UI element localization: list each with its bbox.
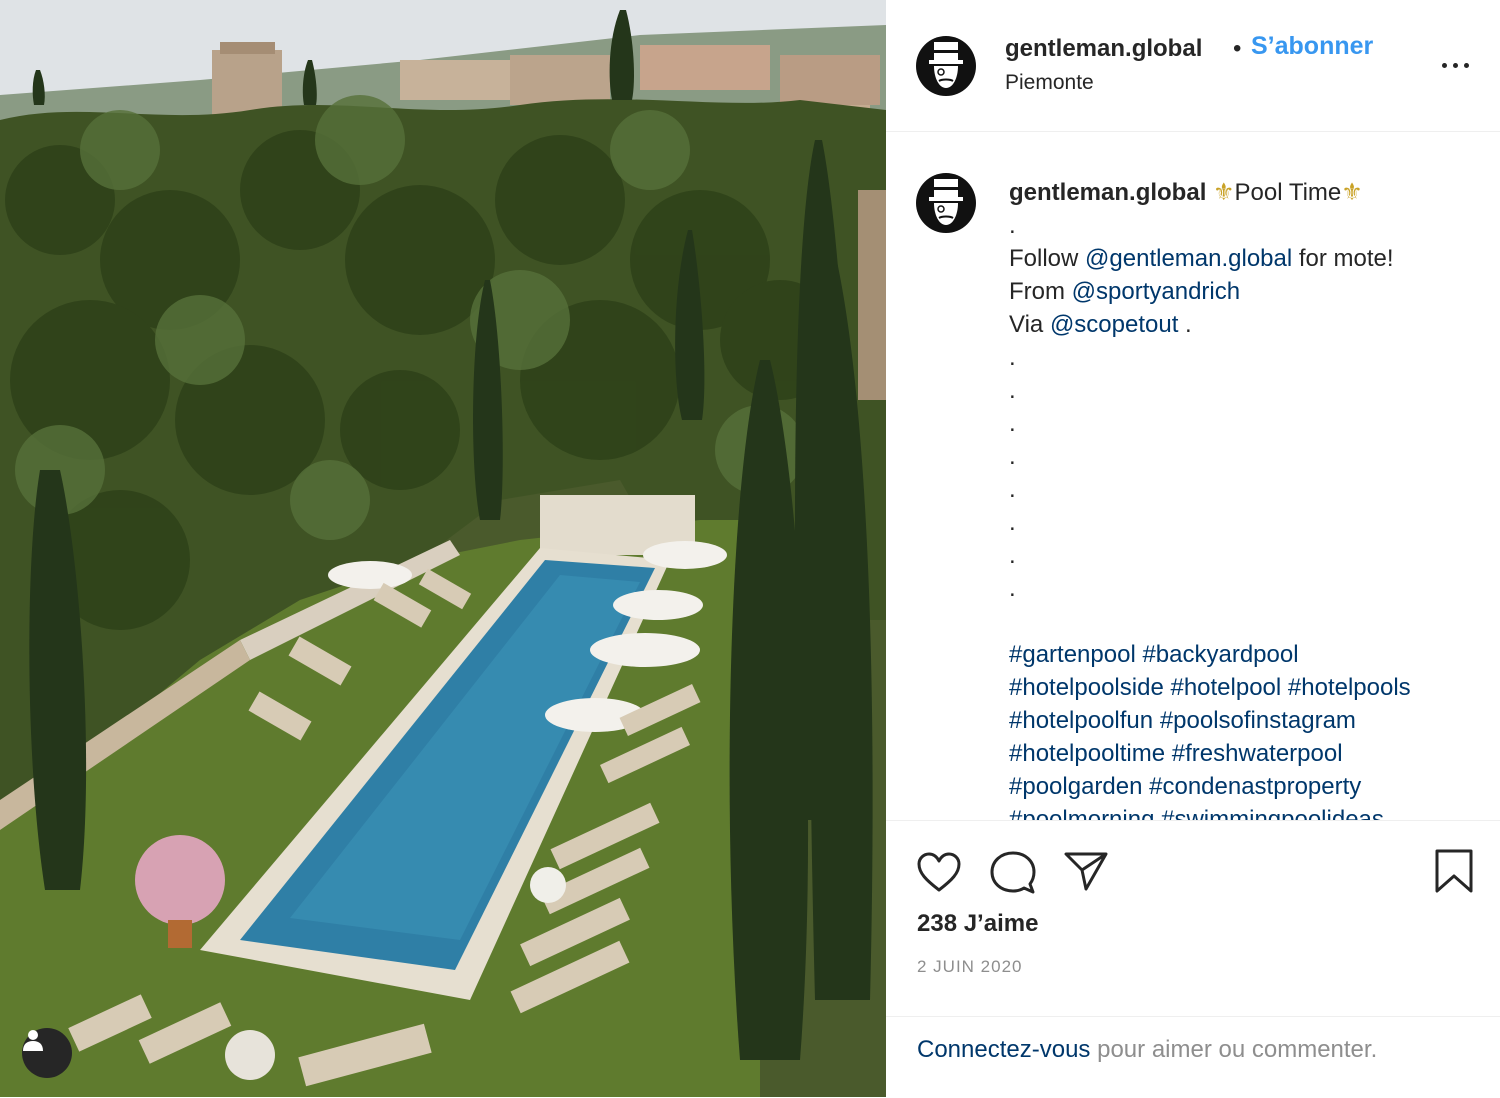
follow-text: Follow	[1009, 245, 1079, 272]
hashtag-link[interactable]: #hotelpool	[1170, 674, 1281, 701]
via-suffix: .	[1185, 311, 1192, 338]
avatar[interactable]	[916, 36, 976, 96]
login-prompt-text: pour aimer ou commenter.	[1097, 1036, 1378, 1063]
hashtag-link[interactable]: #poolgarden	[1009, 773, 1142, 800]
post-date: 2 JUIN 2020	[917, 957, 1023, 976]
via-text: Via	[1009, 311, 1044, 338]
follow-suffix: for mote!	[1298, 245, 1394, 272]
caption-dot: .	[1009, 212, 1016, 239]
mention-link[interactable]: @scopetout	[1050, 311, 1178, 338]
from-text: From	[1009, 278, 1065, 305]
follow-button[interactable]: S’abonner	[1251, 32, 1373, 61]
post-footer: Connectez-vous pour aimer ou commenter.	[886, 1016, 1500, 1098]
caption-username[interactable]: gentleman.global	[1009, 179, 1206, 206]
user-icon	[23, 1030, 43, 1051]
caption-dot: .	[1009, 377, 1016, 404]
hashtag-link[interactable]: #freshwaterpool	[1172, 740, 1343, 767]
caption-area: gentleman.global ⚜Pool Time⚜ . Follow @g…	[886, 131, 1500, 820]
hashtag-link[interactable]: #condenastproperty	[1149, 773, 1361, 800]
gentleman-logo-icon	[929, 42, 963, 88]
login-link[interactable]: Connectez-vous	[917, 1036, 1090, 1063]
post-photo[interactable]	[0, 0, 886, 1097]
caption-avatar[interactable]	[916, 173, 976, 233]
more-options-icon[interactable]	[1442, 56, 1472, 76]
post-location[interactable]: Piemonte	[1005, 71, 1094, 95]
hashtag-link[interactable]: #swimmingpoolideas	[1161, 806, 1384, 820]
header-separator: •	[1233, 35, 1242, 62]
post-actions: 238 J’aime 2 JUIN 2020	[886, 820, 1500, 1017]
caption-dot: .	[1009, 443, 1016, 470]
user-tag-button[interactable]	[22, 1028, 72, 1078]
fleur-de-lis-icon: ⚜	[1213, 179, 1235, 206]
hashtag-link[interactable]: #hotelpoolside	[1009, 674, 1164, 701]
caption-title: Pool Time	[1234, 179, 1342, 206]
mention-link[interactable]: @sportyandrich	[1072, 278, 1240, 305]
pool-photo-illustration	[0, 0, 886, 1097]
heart-icon[interactable]	[916, 851, 962, 893]
hashtag-link[interactable]: #hotelpooltime	[1009, 740, 1165, 767]
caption-text: gentleman.global ⚜Pool Time⚜ . Follow @g…	[1009, 176, 1489, 820]
comment-icon[interactable]	[990, 850, 1036, 896]
fleur-de-lis-icon: ⚜	[1341, 179, 1363, 206]
caption-blank	[1009, 605, 1489, 638]
caption-dot: .	[1009, 509, 1016, 536]
mention-link[interactable]: @gentleman.global	[1085, 245, 1292, 272]
hashtag-link[interactable]: #hotelpools	[1288, 674, 1411, 701]
caption-dot: .	[1009, 344, 1016, 371]
caption-dot: .	[1009, 542, 1016, 569]
post-author-username[interactable]: gentleman.global	[1005, 35, 1202, 63]
caption-dot: .	[1009, 410, 1016, 437]
hashtag-link[interactable]: #hotelpoolfun	[1009, 707, 1153, 734]
hashtag-link[interactable]: #gartenpool	[1009, 641, 1136, 668]
likes-count[interactable]: 238 J’aime	[917, 910, 1038, 938]
post-header: gentleman.global • S’abonner Piemonte	[886, 0, 1500, 132]
caption-dot: .	[1009, 476, 1016, 503]
hashtags: #gartenpool #backyardpool #hotelpoolside…	[1009, 638, 1489, 820]
hashtag-link[interactable]: #poolsofinstagram	[1160, 707, 1356, 734]
gentleman-logo-icon	[929, 179, 963, 225]
caption-dot: .	[1009, 575, 1016, 602]
share-icon[interactable]	[1064, 851, 1108, 891]
bookmark-icon[interactable]	[1434, 848, 1474, 894]
hashtag-link[interactable]: #poolmorning	[1009, 806, 1154, 820]
hashtag-link[interactable]: #backyardpool	[1142, 641, 1298, 668]
post-side-panel: gentleman.global • S’abonner Piemonte ge…	[886, 0, 1500, 1097]
